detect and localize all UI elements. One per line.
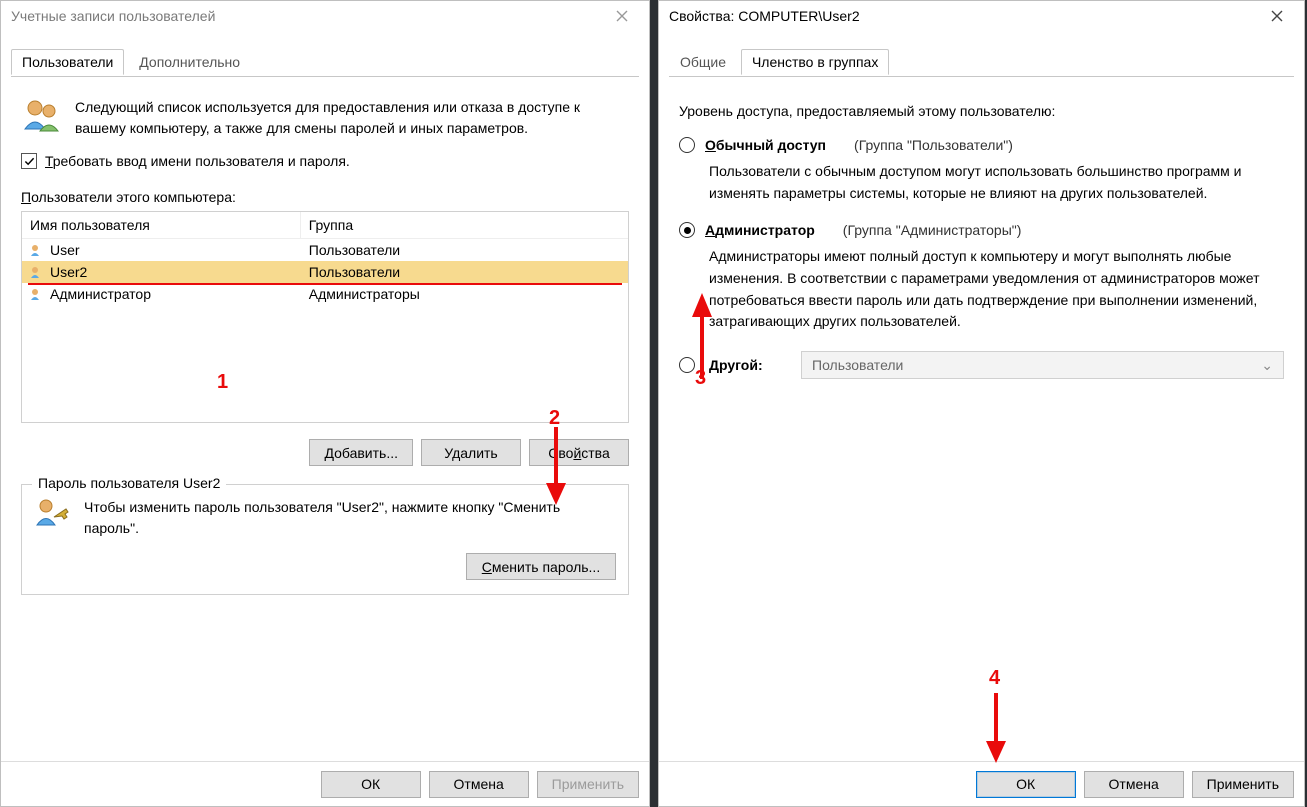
row-name: User xyxy=(50,242,80,258)
option-normal-desc: Пользователи с обычным доступом могут ис… xyxy=(709,161,1280,204)
option-normal: Обычный доступ (Группа "Пользователи") П… xyxy=(679,137,1284,204)
tab-users[interactable]: Пользователи xyxy=(11,49,124,75)
tabs-left: Пользователи Дополнительно xyxy=(11,49,639,77)
title-right: Свойства: COMPUTER\User2 xyxy=(669,8,1258,24)
close-button-left[interactable] xyxy=(603,2,641,30)
info-text: Следующий список используется для предос… xyxy=(75,97,629,139)
footer-left: ОК Отмена Применить xyxy=(1,761,649,806)
change-password-button[interactable]: Сменить пароль... xyxy=(466,553,616,580)
body-right: Уровень доступа, предоставляемый этому п… xyxy=(659,77,1304,761)
tab-membership[interactable]: Членство в группах xyxy=(741,49,889,75)
user-icon xyxy=(30,244,46,256)
properties-button[interactable]: Свойства xyxy=(529,439,629,466)
list-body: User Пользователи User2 Пользователи xyxy=(22,239,628,422)
list-label: Пользователи этого компьютера: xyxy=(21,189,629,205)
password-text: Чтобы изменить пароль пользователя "User… xyxy=(84,497,616,539)
body-left: Следующий список используется для предос… xyxy=(1,77,649,761)
apply-button-right[interactable]: Применить xyxy=(1192,771,1294,798)
row-name: Администратор xyxy=(50,286,151,302)
option-admin-name: Администратор xyxy=(705,222,815,238)
option-normal-name: Обычный доступ xyxy=(705,137,826,153)
user-accounts-dialog: Учетные записи пользователей Пользовател… xyxy=(0,0,650,807)
row-group: Пользователи xyxy=(309,264,400,280)
users-list: Имя пользователя Группа User Пользовател… xyxy=(21,211,629,423)
close-icon xyxy=(1271,10,1283,22)
cancel-button-left[interactable]: Отмена xyxy=(429,771,529,798)
access-label: Уровень доступа, предоставляемый этому п… xyxy=(679,103,1284,119)
option-admin: Администратор (Группа "Администраторы") … xyxy=(679,222,1284,333)
option-other-name: Другой: xyxy=(709,357,787,373)
option-admin-group: (Группа "Администраторы") xyxy=(843,222,1022,238)
list-row[interactable]: User Пользователи xyxy=(22,239,628,261)
ok-button-left[interactable]: ОК xyxy=(321,771,421,798)
users-icon xyxy=(21,97,63,139)
apply-button-left[interactable]: Применить xyxy=(537,771,639,798)
require-login-label: Требовать ввод имени пользователя и паро… xyxy=(45,153,350,169)
key-user-icon xyxy=(34,497,70,532)
radio-admin[interactable] xyxy=(679,222,695,238)
row-name: User2 xyxy=(50,264,87,280)
list-header: Имя пользователя Группа xyxy=(22,212,628,239)
option-admin-desc: Администраторы имеют полный доступ к ком… xyxy=(709,246,1280,333)
list-row[interactable]: Администратор Администраторы xyxy=(22,283,628,305)
tabs-right: Общие Членство в группах xyxy=(669,49,1294,77)
titlebar-left: Учетные записи пользователей xyxy=(1,1,649,31)
close-icon xyxy=(616,10,628,22)
combo-value: Пользователи xyxy=(812,357,903,373)
footer-right: ОК Отмена Применить xyxy=(659,761,1304,806)
ok-button-right[interactable]: ОК xyxy=(976,771,1076,798)
add-button[interactable]: Добавить... xyxy=(309,439,413,466)
radio-other[interactable] xyxy=(679,357,695,373)
option-normal-group: (Группа "Пользователи") xyxy=(854,137,1013,153)
require-login-row[interactable]: Требовать ввод имени пользователя и паро… xyxy=(21,153,629,169)
delete-button[interactable]: Удалить xyxy=(421,439,521,466)
close-button-right[interactable] xyxy=(1258,2,1296,30)
list-buttons: Добавить... Удалить Свойства xyxy=(21,439,629,466)
user-properties-dialog: Свойства: COMPUTER\User2 Общие Членство … xyxy=(658,0,1305,807)
list-row[interactable]: User2 Пользователи xyxy=(22,261,628,283)
row-group: Пользователи xyxy=(309,242,400,258)
col-group[interactable]: Группа xyxy=(301,212,628,238)
radio-normal[interactable] xyxy=(679,137,695,153)
title-left: Учетные записи пользователей xyxy=(11,8,603,24)
info-row: Следующий список используется для предос… xyxy=(21,97,629,139)
password-group: Пароль пользователя User2 Чтобы изменить… xyxy=(21,484,629,595)
tab-advanced[interactable]: Дополнительно xyxy=(128,49,251,74)
cancel-button-right[interactable]: Отмена xyxy=(1084,771,1184,798)
chevron-down-icon: ⌄ xyxy=(1261,357,1273,374)
row-group: Администраторы xyxy=(309,286,420,302)
require-login-checkbox[interactable] xyxy=(21,153,37,169)
other-group-combo[interactable]: Пользователи ⌄ xyxy=(801,351,1284,379)
titlebar-right: Свойства: COMPUTER\User2 xyxy=(659,1,1304,31)
option-other: Другой: Пользователи ⌄ xyxy=(679,351,1284,379)
password-legend: Пароль пользователя User2 xyxy=(32,475,226,491)
tab-general[interactable]: Общие xyxy=(669,49,737,74)
user-icon xyxy=(30,266,46,278)
col-username[interactable]: Имя пользователя xyxy=(22,212,301,238)
user-icon xyxy=(30,288,46,300)
